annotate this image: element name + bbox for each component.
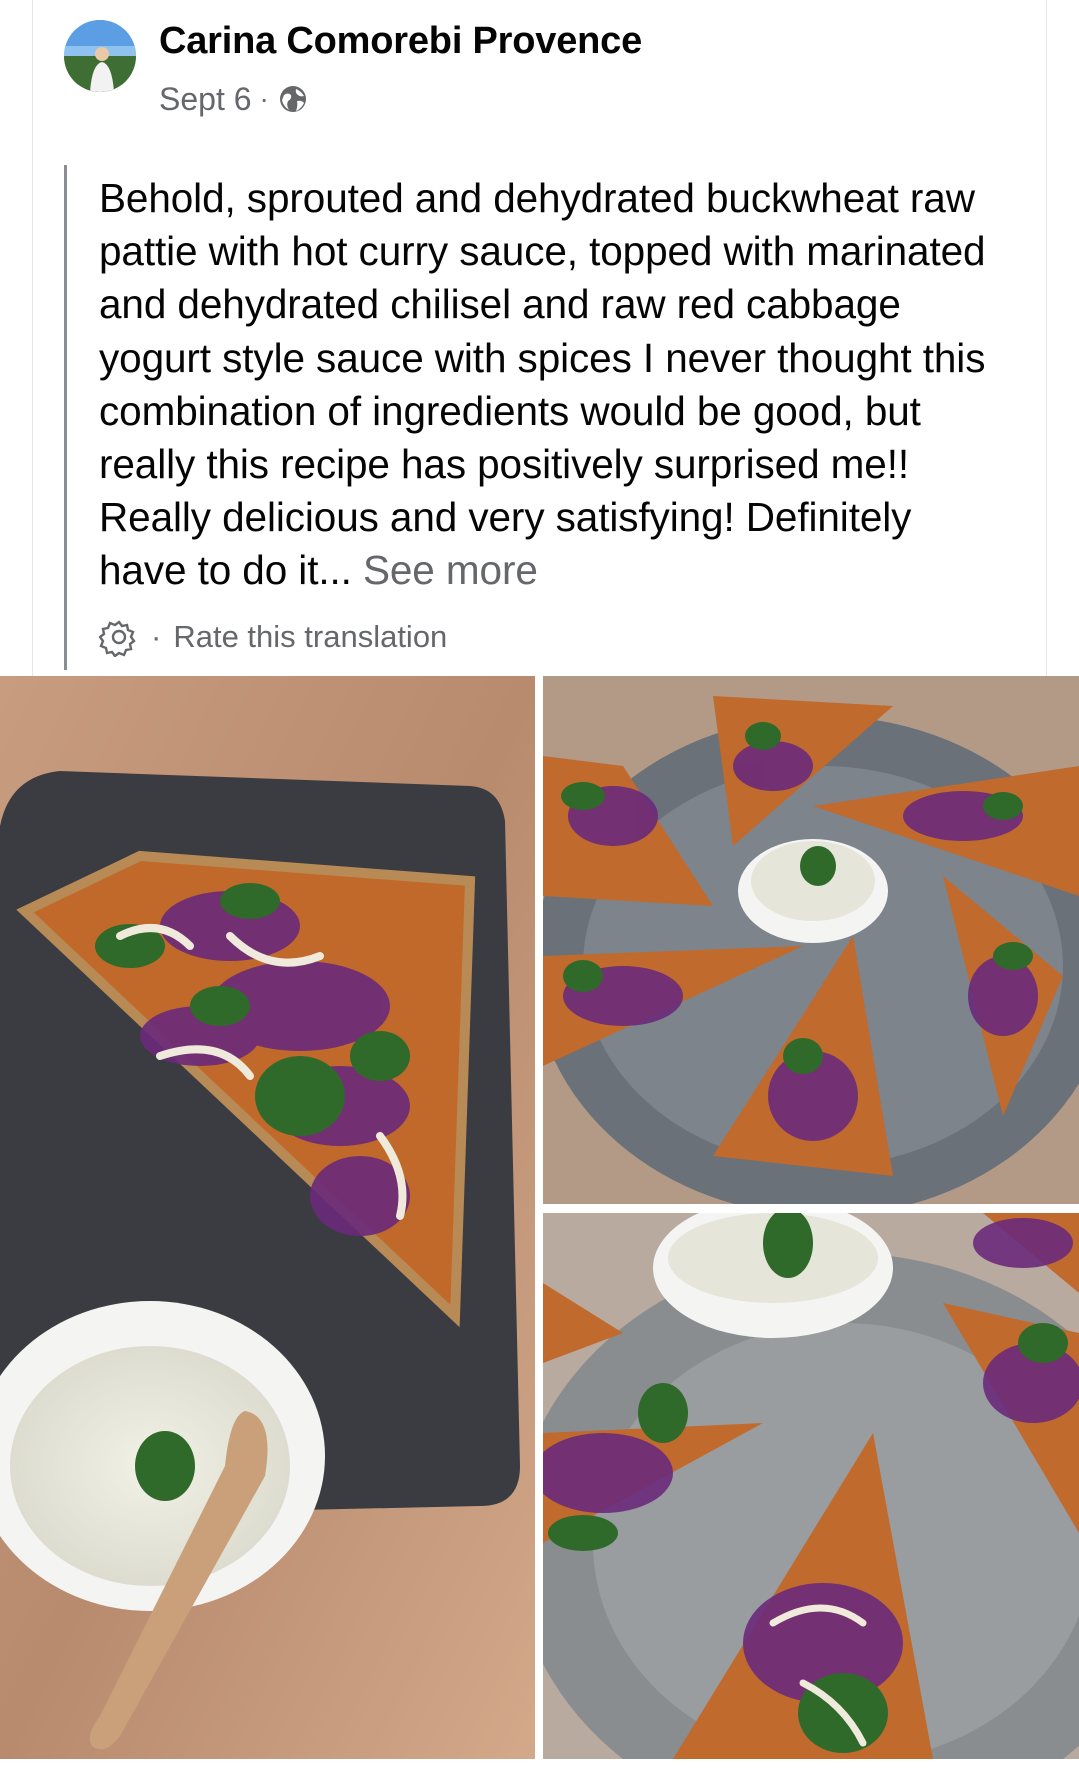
photo-slate-pattie[interactable] <box>0 676 535 1759</box>
gear-icon[interactable] <box>98 617 139 658</box>
globe-icon[interactable] <box>277 83 309 115</box>
see-more-link[interactable]: See more <box>363 547 538 593</box>
photo-plate-wedges-closeup[interactable] <box>543 1213 1079 1759</box>
post-date[interactable]: Sept 6 <box>159 81 252 118</box>
facebook-post: Carina Comorebi Provence Sept 6 · Behold… <box>0 0 1079 1771</box>
post-meta: Sept 6 · <box>159 78 309 120</box>
meta-separator: · <box>259 83 269 114</box>
post-text-body: Behold, sprouted and dehydrated buckwhea… <box>99 175 986 594</box>
author-avatar[interactable] <box>64 20 136 92</box>
translation-separator: · <box>151 619 162 654</box>
post-text: Behold, sprouted and dehydrated buckwhea… <box>99 172 999 598</box>
post-bottom-spacer <box>0 1759 1079 1771</box>
photo-plate-wedges-top[interactable] <box>543 676 1079 1204</box>
translation-quote-bar <box>64 165 67 670</box>
rate-translation-link[interactable]: Rate this translation <box>173 619 447 655</box>
translation-row: · Rate this translation <box>98 615 447 659</box>
author-name[interactable]: Carina Comorebi Provence <box>159 20 642 63</box>
